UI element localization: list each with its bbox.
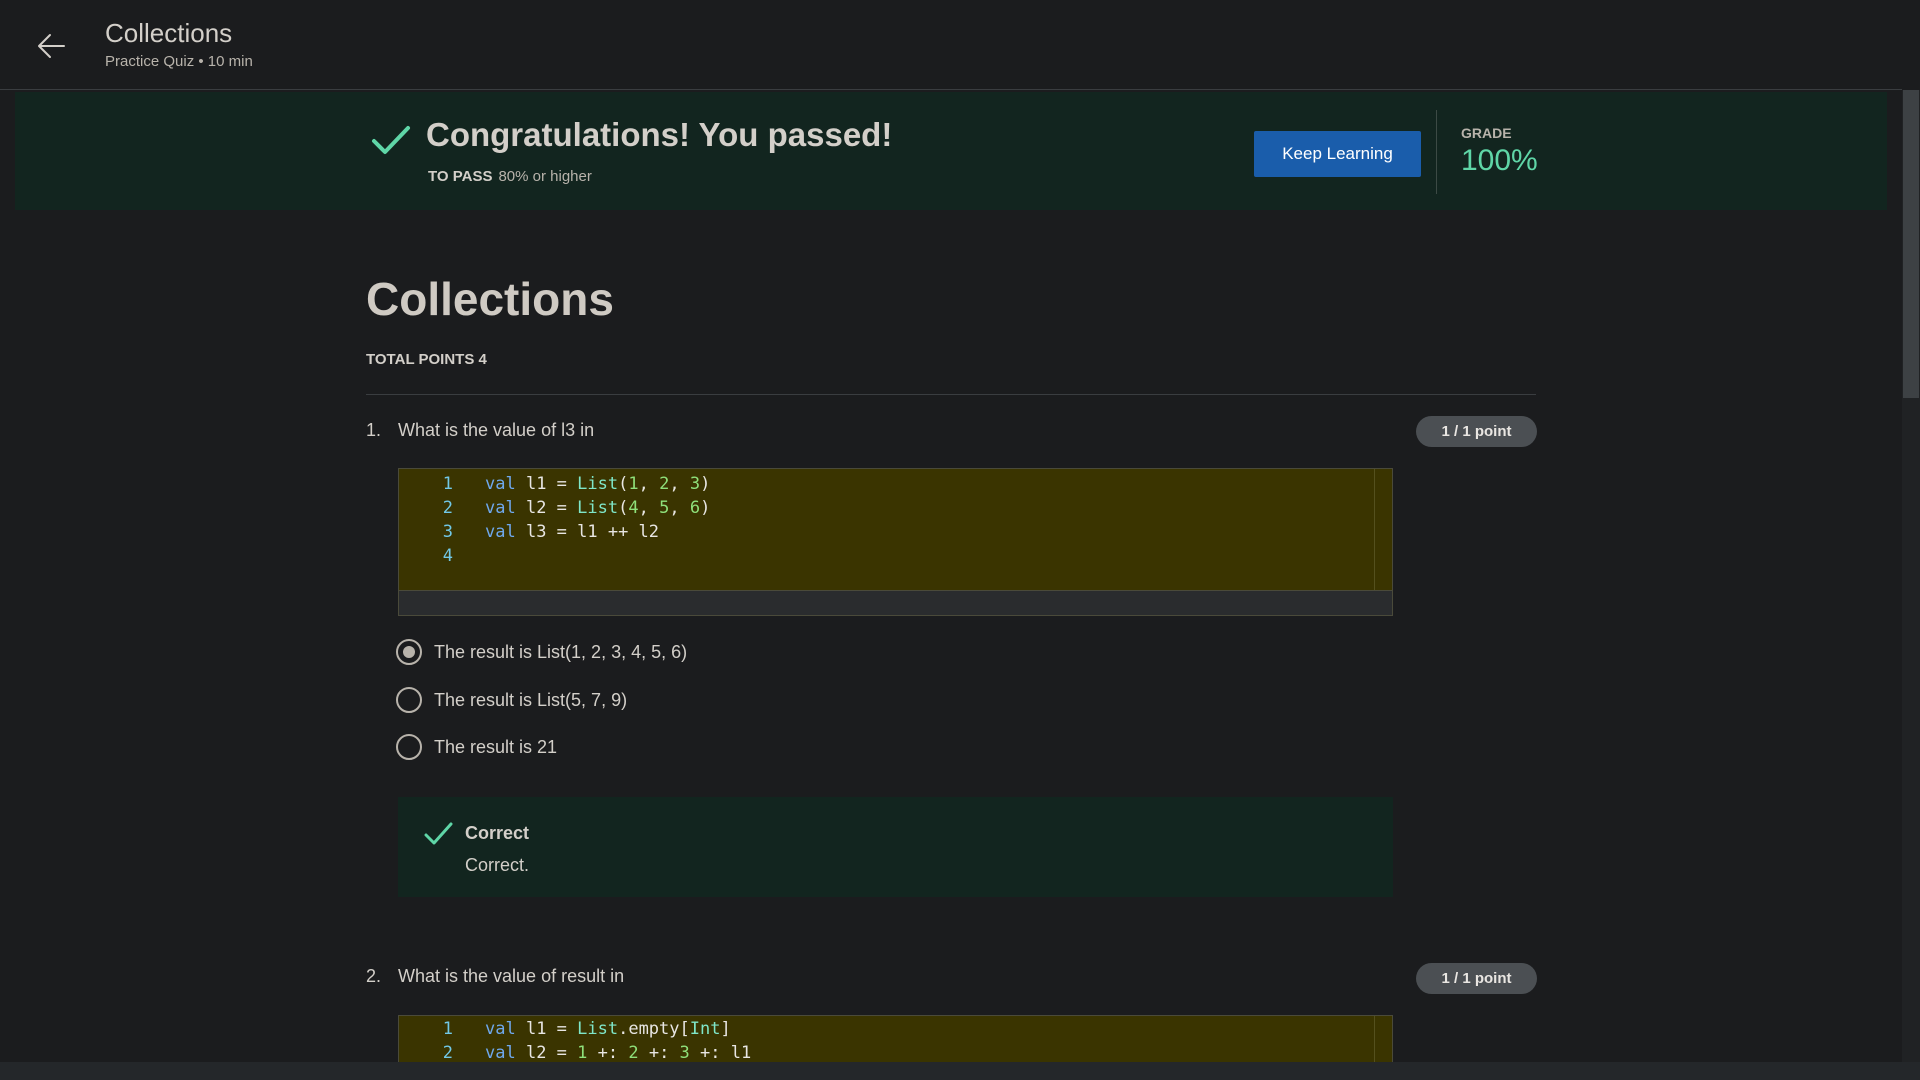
radio-button[interactable] (396, 687, 422, 713)
question-2-code-editor[interactable]: 1 val l1 = List.empty[Int] 2 val l2 = 1 … (398, 1015, 1393, 1066)
question-1-text: What is the value of l3 in (398, 420, 595, 440)
radio-button-selected[interactable] (396, 639, 422, 665)
check-icon (424, 822, 453, 845)
line-number: 3 (442, 522, 453, 542)
grade-divider (1436, 110, 1437, 194)
to-pass-label: TO PASS (428, 168, 493, 185)
feedback-text: Correct. (465, 855, 530, 875)
question-1-option-1[interactable]: The result is List(1, 2, 3, 4, 5, 6) (396, 638, 687, 666)
grade-value: 100% (1461, 144, 1538, 177)
grade-label: GRADE (1461, 125, 1512, 141)
code-line: 1 val l1 = List(1, 2, 3) (399, 472, 1392, 496)
line-number: 1 (442, 474, 453, 494)
top-header: Collections Practice Quiz • 10 min (0, 0, 1902, 90)
scrollbar-thumb[interactable] (1903, 90, 1919, 398)
section-divider (366, 394, 1536, 395)
total-points: TOTAL POINTS 4 (366, 351, 487, 368)
pass-message: Congratulations! You passed! (426, 116, 893, 153)
horizontal-scrollbar[interactable] (0, 1062, 1920, 1080)
code-line: 2 val l2 = List(4, 5, 6) (399, 496, 1392, 520)
option-label: The result is List(5, 7, 9) (434, 689, 628, 710)
code-line: 4 (399, 544, 1392, 568)
to-pass-value: 80% or higher (498, 168, 592, 185)
question-2-points-badge: 1 / 1 point (1416, 963, 1537, 994)
code-line: 1 val l1 = List.empty[Int] (399, 1017, 1392, 1041)
feedback-title: Correct (465, 823, 530, 843)
question-1-option-3[interactable]: The result is 21 (396, 733, 557, 761)
question-2-number: 2. (366, 966, 382, 986)
radio-button[interactable] (396, 734, 422, 760)
question-2-text: What is the value of result in (398, 966, 625, 986)
line-number: 2 (442, 498, 453, 518)
check-icon (372, 126, 410, 154)
header-subtitle: Practice Quiz • 10 min (105, 53, 253, 70)
pass-banner: Congratulations! You passed! TO PASS 80% … (15, 92, 1887, 210)
pass-requirement: TO PASS 80% or higher (428, 168, 592, 185)
question-1-code-editor[interactable]: 1 val l1 = List(1, 2, 3) 2 val l2 = List… (398, 468, 1393, 616)
question-1-points-badge: 1 / 1 point (1416, 416, 1537, 447)
vertical-scrollbar[interactable] (1902, 90, 1920, 1062)
option-label: The result is List(1, 2, 3, 4, 5, 6) (434, 641, 688, 662)
code-line: 3 val l3 = l1 ++ l2 (399, 520, 1392, 544)
page-title: Collections (366, 273, 614, 325)
line-number: 4 (442, 546, 453, 566)
header-title: Collections (105, 18, 233, 48)
question-1-option-2[interactable]: The result is List(5, 7, 9) (396, 686, 627, 714)
code-editor-footer (399, 590, 1392, 615)
line-number: 1 (442, 1019, 453, 1039)
question-1-feedback: Correct Correct. (398, 797, 1393, 897)
option-label: The result is 21 (434, 736, 558, 757)
question-1-number: 1. (366, 420, 382, 440)
keep-learning-button[interactable]: Keep Learning (1254, 131, 1421, 177)
back-button[interactable] (30, 24, 74, 68)
arrow-left-icon (38, 34, 65, 58)
